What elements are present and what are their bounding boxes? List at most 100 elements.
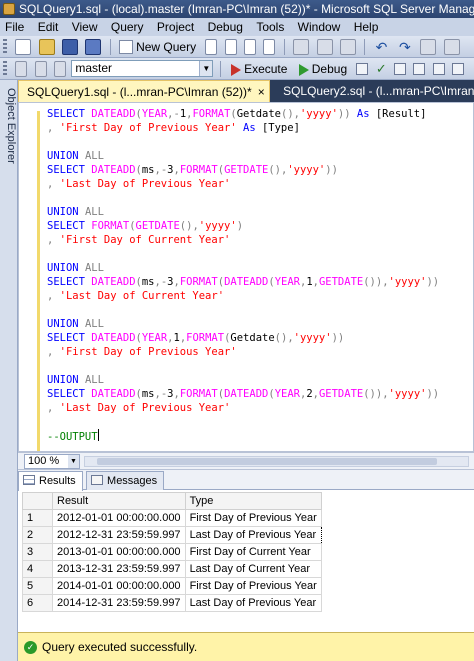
code-line[interactable]: SELECT FORMAT(GETDATE(),'yyyy') (47, 219, 473, 233)
type-cell[interactable]: Last Day of Current Year (184, 560, 322, 578)
copy-icon[interactable] (316, 39, 333, 55)
type-cell[interactable]: First Day of Previous Year (184, 509, 322, 527)
result-cell[interactable]: 2014-01-01 00:00:00.000 (52, 577, 186, 595)
code-line[interactable]: SELECT DATEADD(ms,-3,FORMAT(DATEADD(YEAR… (47, 275, 473, 289)
code-line[interactable]: , 'First Day of Current Year' (47, 233, 473, 247)
xmla-query-icon[interactable] (263, 39, 276, 55)
chevron-down-icon[interactable]: ▼ (199, 61, 213, 76)
parse-icon[interactable]: ✓ (376, 61, 387, 77)
results-to-text-icon[interactable] (452, 63, 465, 75)
code-line[interactable]: UNION ALL (47, 205, 473, 219)
analysis-query-icon[interactable] (224, 39, 237, 55)
code-line[interactable]: SELECT DATEADD(ms,-3,FORMAT(GETDATE(),'y… (47, 163, 473, 177)
display-plan-icon[interactable] (394, 63, 407, 75)
menu-view[interactable]: View (67, 18, 103, 36)
open-file-icon[interactable] (38, 39, 55, 55)
code-line[interactable]: UNION ALL (47, 261, 473, 275)
code-line[interactable]: UNION ALL (47, 373, 473, 387)
table-row[interactable]: 5 2014-01-01 00:00:00.000 First Day of Pre… (22, 577, 322, 595)
redo-icon[interactable]: ↷ (397, 39, 413, 55)
horizontal-scrollbar[interactable] (84, 456, 469, 467)
menu-edit[interactable]: Edit (33, 18, 64, 36)
code-line[interactable]: UNION ALL (47, 149, 473, 163)
query-editor[interactable]: SELECT DATEADD(YEAR,-1,FORMAT(Getdate(),… (18, 102, 474, 452)
chevron-down-icon[interactable]: ▼ (68, 455, 79, 468)
table-row[interactable]: 2 2012-12-31 23:59:59.997 Last Day of Prev… (22, 526, 322, 544)
tab-results[interactable]: Results (18, 471, 83, 491)
result-cell[interactable]: 2013-12-31 23:59:59.997 (52, 560, 186, 578)
execute-icon[interactable] (231, 64, 242, 76)
save-all-icon[interactable] (85, 39, 102, 55)
menu-window[interactable]: Window (293, 18, 346, 36)
toolbar-grip[interactable] (3, 39, 7, 55)
code-line[interactable]: UNION ALL (47, 317, 473, 331)
code-line[interactable]: , 'First Day of Previous Year' (47, 345, 473, 359)
row-number-cell[interactable]: 6 (22, 594, 53, 612)
zoom-select[interactable]: 100 % ▼ (24, 454, 80, 469)
table-row[interactable]: 1 2012-01-01 00:00:00.000 First Day of Pre… (22, 509, 322, 527)
code-line[interactable]: , 'First Day of Previous Year' As [Type] (47, 121, 473, 135)
table-row[interactable]: 3 2013-01-01 00:00:00.000 First Day of Cur… (22, 543, 322, 561)
debug-button[interactable]: Debug (312, 58, 347, 79)
row-number-cell[interactable]: 5 (22, 577, 53, 595)
tab-sqlquery1[interactable]: SQLQuery1.sql - (l...mran-PC\Imran (52))… (18, 80, 270, 102)
new-query-icon[interactable] (119, 40, 134, 54)
menu-help[interactable]: Help (349, 18, 384, 36)
row-number-cell[interactable]: 4 (22, 560, 53, 578)
navigate-icon[interactable] (420, 39, 437, 55)
table-row[interactable]: 6 2014-12-31 23:59:59.997 Last Day of Prev… (22, 594, 322, 612)
type-cell[interactable]: Last Day of Previous Year (184, 594, 322, 612)
menu-tools[interactable]: Tools (251, 18, 289, 36)
disconnect-icon[interactable] (34, 61, 47, 77)
menu-file[interactable]: File (0, 18, 29, 36)
menu-project[interactable]: Project (152, 18, 199, 36)
table-row[interactable]: 4 2013-12-31 23:59:59.997 Last Day of Curr… (22, 560, 322, 578)
code-line[interactable]: --OUTPUT (47, 429, 473, 443)
scrollbar-thumb[interactable] (97, 458, 437, 465)
object-explorer-strip[interactable]: Object Explorer (0, 80, 18, 661)
type-cell[interactable]: First Day of Previous Year (184, 577, 322, 595)
tab-sqlquery2[interactable]: SQLQuery2.sql - (l...mran-PC\Imran (53))… (275, 80, 474, 102)
code-line[interactable]: SELECT DATEADD(ms,-3,FORMAT(DATEADD(YEAR… (47, 387, 473, 401)
code-line[interactable] (47, 135, 473, 149)
cut-icon[interactable] (293, 39, 310, 55)
result-cell[interactable]: 2014-12-31 23:59:59.997 (52, 594, 186, 612)
code-line[interactable] (47, 303, 473, 317)
result-cell[interactable]: 2012-12-31 23:59:59.997 (52, 526, 186, 544)
menu-debug[interactable]: Debug (203, 18, 248, 36)
code-line[interactable]: SELECT DATEADD(YEAR,-1,FORMAT(Getdate(),… (47, 107, 473, 121)
find-icon[interactable] (443, 39, 460, 55)
results-to-grid-icon[interactable] (432, 63, 445, 75)
tab-messages[interactable]: Messages (86, 471, 165, 490)
code-line[interactable]: , 'Last Day of Current Year' (47, 289, 473, 303)
code-line[interactable]: , 'Last Day of Previous Year' (47, 177, 473, 191)
mdx-query-icon[interactable] (244, 39, 257, 55)
new-project-icon[interactable] (15, 39, 32, 55)
menu-query[interactable]: Query (106, 18, 149, 36)
column-header-result[interactable]: Result (52, 492, 186, 510)
row-number-cell[interactable]: 2 (22, 526, 53, 544)
code-line[interactable] (47, 359, 473, 373)
cancel-query-icon[interactable] (356, 63, 369, 75)
result-cell[interactable]: 2012-01-01 00:00:00.000 (52, 509, 186, 527)
debug-icon[interactable] (298, 64, 309, 76)
query-designer-icon[interactable] (413, 63, 426, 75)
paste-icon[interactable] (339, 39, 356, 55)
object-explorer-label[interactable]: Object Explorer (1, 88, 17, 164)
db-engine-query-icon[interactable] (205, 39, 218, 55)
type-cell[interactable]: Last Day of Previous Year (184, 526, 322, 544)
new-query-button[interactable]: New Query (136, 36, 196, 57)
database-select[interactable]: master ▼ (71, 60, 214, 77)
undo-icon[interactable]: ↶ (374, 39, 390, 55)
result-cell[interactable]: 2013-01-01 00:00:00.000 (52, 543, 186, 561)
results-grid[interactable]: Result Type 1 2012-01-01 00:00:00.000 Firs… (22, 492, 322, 612)
code-line[interactable] (47, 247, 473, 261)
row-number-cell[interactable]: 3 (22, 543, 53, 561)
connect-icon[interactable] (15, 61, 28, 77)
row-number-cell[interactable]: 1 (22, 509, 53, 527)
type-cell[interactable]: First Day of Current Year (184, 543, 322, 561)
code-line[interactable]: , 'Last Day of Previous Year' (47, 401, 473, 415)
query-text[interactable]: SELECT DATEADD(YEAR,-1,FORMAT(Getdate(),… (47, 107, 473, 443)
save-icon[interactable] (62, 39, 79, 55)
close-icon[interactable]: × (258, 81, 265, 102)
